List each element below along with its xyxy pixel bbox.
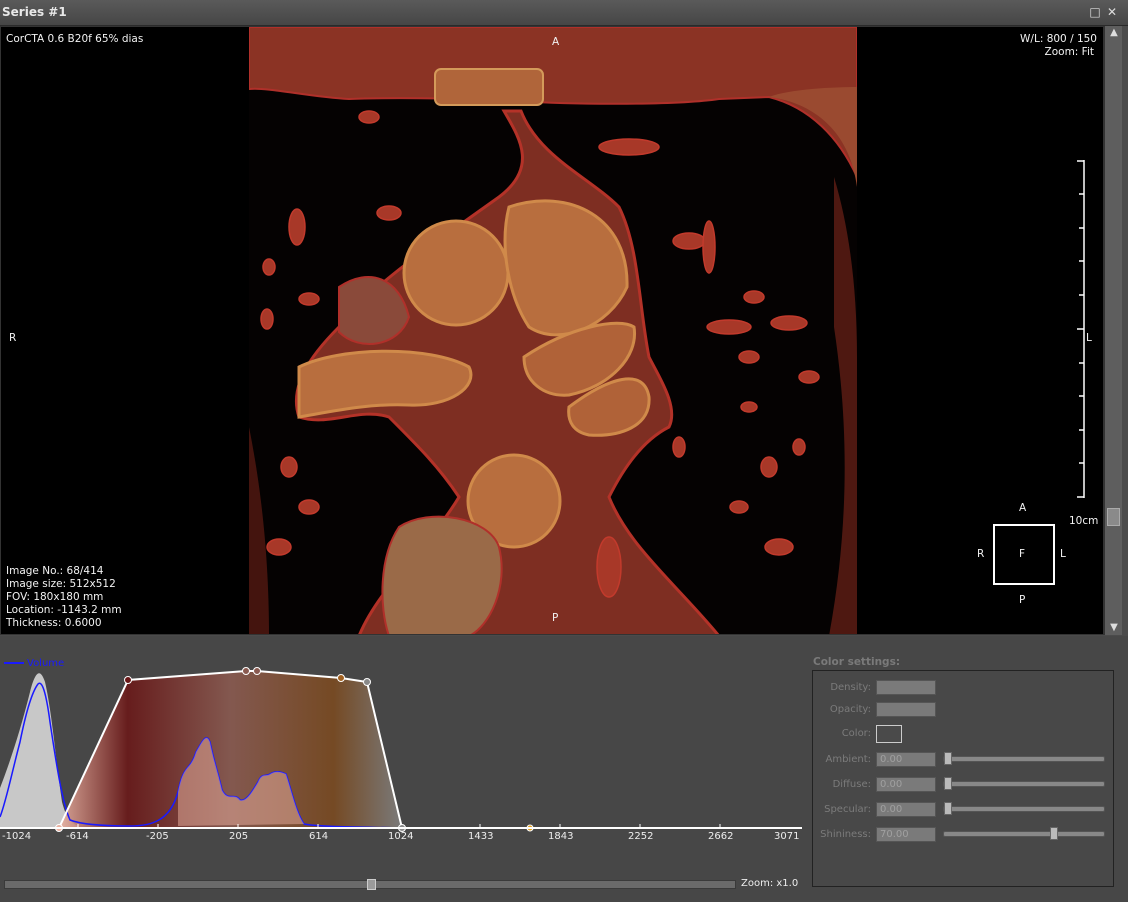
x-tick-label: 1433	[468, 831, 494, 842]
location: Location: -1143.2 mm	[6, 604, 122, 616]
close-button[interactable]: ✕	[1105, 5, 1119, 19]
cube-right-label: L	[1060, 548, 1066, 560]
diffuse-slider[interactable]	[943, 777, 1105, 790]
x-tick-label: 2252	[628, 831, 654, 842]
color-settings-panel: Density: Opacity: Color: Ambient: 0.00 D…	[812, 670, 1114, 887]
opacity-field[interactable]	[876, 702, 936, 717]
scale-label: 10cm	[1069, 515, 1099, 527]
x-tick-label: -1024	[2, 831, 32, 842]
image-number: Image No.: 68/414	[6, 565, 104, 577]
series-titlebar: Series #1 □ ✕	[0, 0, 1128, 26]
x-tick-label: 614	[309, 831, 329, 842]
color-label: Color:	[841, 728, 871, 739]
shininess-knob[interactable]	[1050, 827, 1059, 840]
cube-bottom-label: P	[1019, 594, 1026, 606]
shininess-field[interactable]: 70.00	[876, 827, 936, 842]
histogram-legend-label: Volume	[27, 658, 65, 669]
transfer-function-panel: Volume -1024 -614 -205 205 614 1024 1433…	[0, 636, 1128, 902]
orient-top-label: A	[552, 36, 560, 48]
shininess-slider[interactable]	[943, 827, 1105, 840]
image-size: Image size: 512x512	[6, 578, 116, 590]
orient-right-label: L	[1086, 332, 1092, 344]
control-point[interactable]	[363, 678, 371, 686]
diffuse-label: Diffuse:	[832, 779, 871, 790]
orient-bottom-label: P	[552, 612, 559, 624]
cube-left-label: R	[977, 548, 985, 560]
scroll-thumb[interactable]	[1107, 508, 1120, 526]
orient-left-label: R	[9, 332, 17, 344]
density-label: Density:	[830, 682, 871, 693]
specular-label: Specular:	[824, 804, 871, 815]
ct-slice-image[interactable]	[249, 27, 857, 635]
image-viewport[interactable]: CorCTA 0.6 B20f 65% dias W/L: 800 / 150 …	[0, 26, 1104, 635]
ambient-field[interactable]: 0.00	[876, 752, 936, 767]
diffuse-knob[interactable]	[944, 777, 952, 790]
x-tick-label: -205	[146, 831, 169, 842]
x-tick-label: 3071	[774, 831, 800, 842]
color-settings-title: Color settings:	[813, 656, 901, 668]
thickness: Thickness: 0.6000	[6, 617, 102, 629]
window-level-readout: W/L: 800 / 150	[1020, 33, 1097, 45]
ambient-label: Ambient:	[825, 754, 872, 765]
scale-ruler	[1077, 160, 1085, 498]
opacity-label: Opacity:	[829, 704, 871, 715]
series-info: CorCTA 0.6 B20f 65% dias	[6, 33, 144, 45]
control-point[interactable]	[253, 667, 261, 675]
diffuse-field[interactable]: 0.00	[876, 777, 936, 792]
series-title: Series #1	[2, 5, 67, 19]
histogram-editor[interactable]	[0, 652, 806, 852]
control-point[interactable]	[337, 674, 345, 682]
control-point[interactable]	[242, 667, 250, 675]
x-tick-label: 2662	[708, 831, 734, 842]
ambient-slider[interactable]	[943, 752, 1105, 765]
cube-face-label: F	[1019, 548, 1026, 560]
x-tick-label: 1843	[548, 831, 574, 842]
scroll-down-arrow-icon[interactable]: ▼	[1105, 621, 1123, 635]
zoom-slider-thumb[interactable]	[367, 879, 376, 890]
x-tick-label: -614	[66, 831, 89, 842]
zoom-label: Zoom: x1.0	[741, 878, 799, 889]
maximize-button[interactable]: □	[1088, 5, 1102, 19]
specular-field[interactable]: 0.00	[876, 802, 936, 817]
x-tick-label: 205	[229, 831, 249, 842]
cube-top-label: A	[1019, 502, 1027, 514]
histogram-tick-labels: -1024 -614 -205 205 614 1024 1433 1843 2…	[0, 830, 806, 844]
specular-slider[interactable]	[943, 802, 1105, 815]
zoom-readout: Zoom: Fit	[1044, 46, 1094, 58]
control-point[interactable]	[124, 676, 132, 684]
specular-knob[interactable]	[944, 802, 952, 815]
histogram-zoom-slider[interactable]	[4, 879, 736, 890]
color-swatch[interactable]	[876, 725, 902, 743]
fov: FOV: 180x180 mm	[6, 591, 104, 603]
x-tick-label: 1024	[388, 831, 414, 842]
vertical-scrollbar[interactable]: ▲ ▼	[1104, 26, 1122, 635]
density-field[interactable]	[876, 680, 936, 695]
scroll-up-arrow-icon[interactable]: ▲	[1105, 26, 1123, 40]
ambient-knob[interactable]	[944, 752, 952, 765]
app-window: Series #1 □ ✕ CorCTA 0.6 B20f 65% dias W…	[0, 0, 1128, 902]
shininess-label: Shininess:	[820, 829, 871, 840]
